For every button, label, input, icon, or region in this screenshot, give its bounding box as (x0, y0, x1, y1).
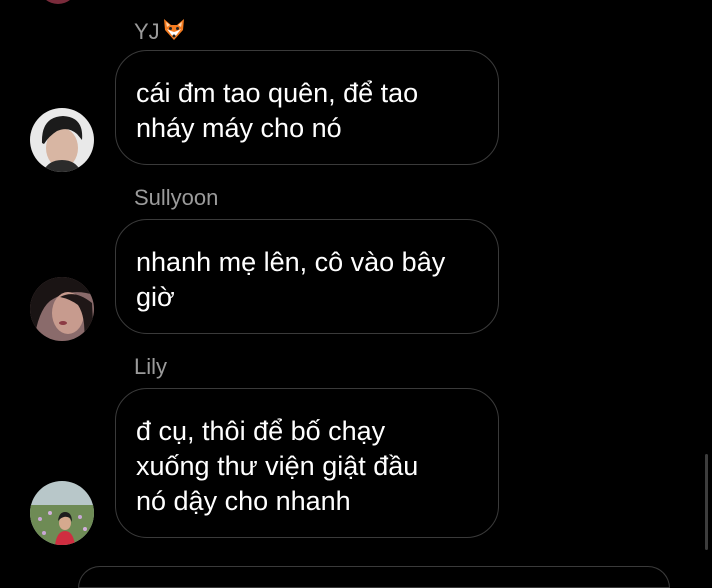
message-bubble[interactable]: đ cụ, thôi để bố chạy xuống thư viện giậ… (115, 388, 499, 538)
user-avatar[interactable] (30, 481, 94, 545)
previous-avatar-fragment (40, 0, 76, 4)
user-avatar[interactable] (30, 108, 94, 172)
message-composer[interactable] (78, 566, 670, 588)
user-avatar[interactable] (30, 277, 94, 341)
fox-face-emoji-icon (161, 16, 187, 48)
message-bubble[interactable]: cái đm tao quên, để tao nháy máy cho nó (115, 50, 499, 165)
sender-name: YJ (134, 16, 187, 48)
scrollbar-thumb[interactable] (705, 454, 708, 550)
sender-name: Lily (134, 354, 168, 379)
sender-name: Sullyoon (134, 185, 219, 210)
message-bubble[interactable]: nhanh mẹ lên, cô vào bây giờ (115, 219, 499, 334)
